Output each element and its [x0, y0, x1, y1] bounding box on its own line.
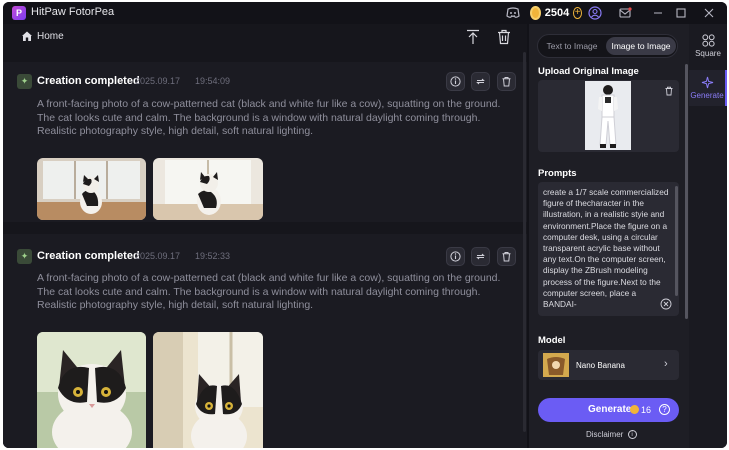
info-icon[interactable] — [446, 72, 465, 91]
mode-tabs: Text to Image Image to Image — [537, 34, 678, 58]
model-selector[interactable]: Nano Banana › — [538, 350, 679, 380]
nav-square[interactable]: Square — [689, 28, 727, 64]
uploaded-image — [585, 81, 631, 150]
remove-image-icon[interactable] — [664, 86, 674, 96]
prompt-input[interactable]: create a 1/7 scale commercialized figure… — [538, 182, 679, 316]
scroll-to-top-icon[interactable] — [464, 28, 482, 46]
nav-square-label: Square — [695, 49, 721, 58]
model-name: Nano Banana — [576, 361, 625, 370]
model-title: Model — [538, 335, 566, 346]
upload-title: Upload Original Image — [538, 66, 639, 77]
help-icon[interactable]: ? — [659, 404, 670, 415]
sparkle-icon — [701, 76, 713, 89]
trash-icon[interactable] — [495, 28, 513, 46]
card-time: 19:52:33 — [195, 251, 231, 261]
card-header: ✦ Creation completed 2025.09.17 19:52:33 — [17, 247, 517, 267]
model-thumbnail — [543, 353, 569, 377]
creation-card: ✦ Creation completed 2025.09.17 19:54:09… — [3, 62, 527, 222]
credit-count: 2504 — [544, 7, 570, 19]
discord-icon[interactable] — [505, 5, 521, 21]
chevron-right-icon: › — [664, 358, 668, 370]
disclaimer-label: Disclaimer — [586, 430, 624, 439]
side-nav: Square Generate — [689, 24, 727, 448]
notification-icon[interactable] — [617, 5, 633, 21]
coin-icon — [530, 6, 541, 20]
minimize-icon[interactable] — [650, 5, 666, 21]
maximize-icon[interactable] — [673, 5, 689, 21]
image-status-icon: ✦ — [17, 249, 32, 264]
generate-cost: 16 — [641, 405, 652, 415]
title-bar: P HitPaw FotorPea 2504 + — [3, 2, 727, 24]
home-link[interactable]: Home — [37, 31, 64, 42]
tab-text-to-image[interactable]: Text to Image — [541, 37, 603, 55]
prompt-text[interactable]: create a 1/7 scale commercialized figure… — [543, 187, 671, 310]
regenerate-icon[interactable] — [471, 72, 490, 91]
history-pane: Home ✦ Creation completed 2025.09.17 19:… — [3, 24, 527, 448]
delete-icon[interactable] — [497, 247, 516, 266]
breadcrumb: Home — [3, 24, 527, 50]
image-status-icon: ✦ — [17, 74, 32, 89]
result-image[interactable] — [37, 332, 146, 448]
card-date: 2025.09.17 — [135, 251, 181, 261]
result-image[interactable] — [37, 158, 146, 220]
nav-generate-label: Generate — [690, 91, 724, 100]
creation-card: ✦ Creation completed 2025.09.17 19:52:33… — [3, 234, 527, 448]
card-prompt: A front-facing photo of a cow-patterned … — [37, 272, 501, 311]
regenerate-icon[interactable] — [471, 247, 490, 266]
nav-generate[interactable]: Generate — [689, 70, 727, 106]
info-icon[interactable] — [446, 247, 465, 266]
card-title: Creation completed — [37, 75, 140, 87]
panel-scrollbar[interactable] — [685, 64, 688, 319]
delete-icon[interactable] — [497, 72, 516, 91]
card-date: 2025.09.17 — [135, 76, 181, 86]
account-icon[interactable] — [587, 5, 603, 21]
close-icon[interactable] — [701, 5, 717, 21]
credits-display[interactable]: 2504 + — [530, 4, 582, 22]
upload-area[interactable] — [538, 80, 679, 152]
disclaimer-link[interactable]: Disclaimer i — [586, 430, 637, 440]
generate-button[interactable]: Generate 16 ? — [538, 398, 679, 422]
result-image[interactable] — [153, 332, 263, 448]
result-image[interactable] — [153, 158, 263, 220]
history-scrollbar[interactable] — [523, 52, 526, 432]
add-credits-icon[interactable]: + — [573, 7, 582, 19]
tab-image-to-image[interactable]: Image to Image — [606, 37, 676, 55]
prompt-scrollbar[interactable] — [675, 186, 678, 296]
generator-panel: Text to Image Image to Image Upload Orig… — [529, 24, 689, 448]
app-title: HitPaw FotorPea — [31, 6, 115, 18]
app-logo-icon: P — [12, 6, 26, 20]
card-title: Creation completed — [37, 250, 140, 262]
coin-icon — [630, 405, 639, 414]
app-window: P HitPaw FotorPea 2504 + Home ✦ Creation… — [3, 2, 727, 448]
info-icon: i — [627, 430, 637, 440]
card-time: 19:54:09 — [195, 76, 231, 86]
square-icon — [701, 34, 715, 47]
card-prompt: A front-facing photo of a cow-patterned … — [37, 98, 501, 137]
prompts-title: Prompts — [538, 168, 577, 179]
home-icon[interactable] — [21, 30, 34, 43]
card-header: ✦ Creation completed 2025.09.17 19:54:09 — [17, 72, 517, 92]
generate-label: Generate — [588, 404, 632, 415]
clear-prompt-icon[interactable] — [660, 298, 672, 310]
